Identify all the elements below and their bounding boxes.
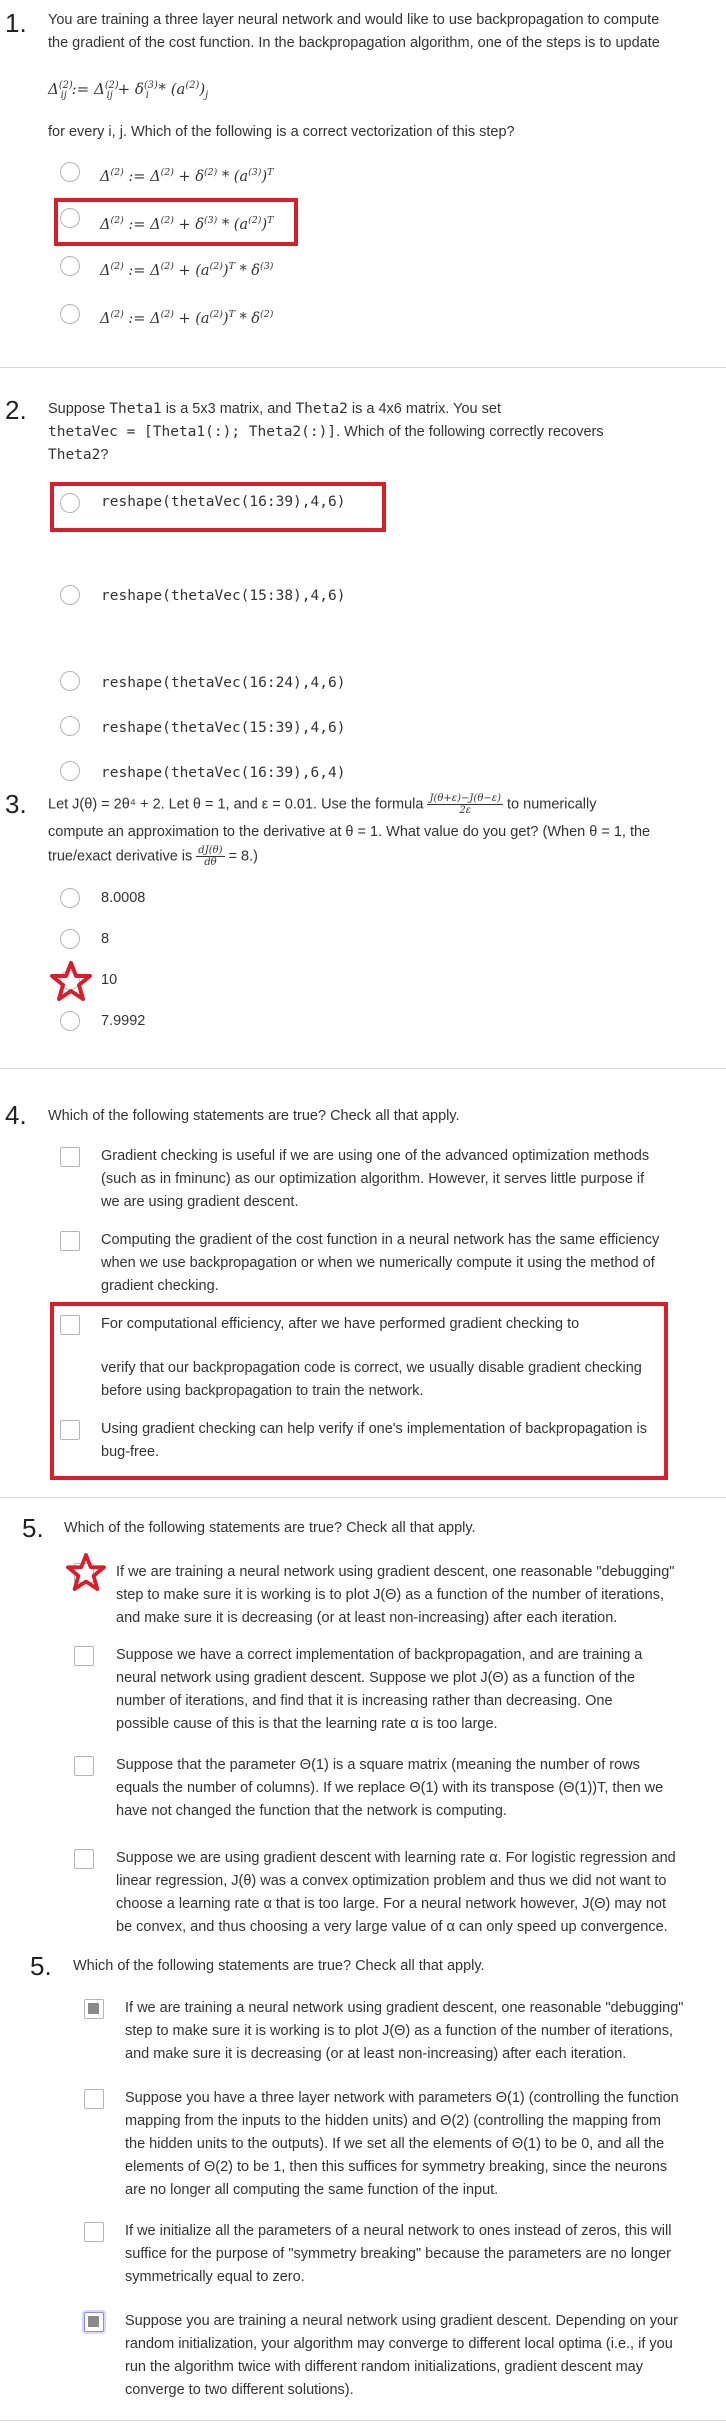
highlight-box: [50, 1302, 668, 1480]
section-divider: [0, 1497, 726, 1498]
question-prompt: for every i, j. Which of the following i…: [48, 124, 515, 140]
answer-radio[interactable]: [60, 256, 80, 276]
answer-option: Computing the gradient of the cost funct…: [101, 1232, 660, 1294]
question-text: Which of the following statements are tr…: [48, 1108, 460, 1124]
answer-option: If we initialize all the parameters of a…: [125, 2223, 672, 2285]
answer-radio[interactable]: [60, 585, 80, 605]
answer-radio[interactable]: [60, 162, 80, 182]
section-divider: [0, 367, 726, 368]
answer-radio[interactable]: [60, 1011, 80, 1031]
answer-radio[interactable]: [60, 304, 80, 324]
answer-option: 10: [101, 972, 118, 988]
question-number: 5.: [30, 1951, 52, 1981]
question-number: 3.: [5, 789, 27, 819]
answer-option: reshape(thetaVec(15:39),4,6): [101, 720, 346, 736]
answer-option: Suppose we have a correct implementation…: [116, 1647, 643, 1732]
answer-checkbox[interactable]: [60, 1147, 80, 1167]
answer-option: Suppose you have a three layer network w…: [125, 2090, 679, 2198]
answer-option: Δ(2) := Δ(2) + (a(2))T * δ(2): [100, 309, 274, 327]
section-divider: [0, 2420, 726, 2421]
highlight-box: [50, 482, 386, 532]
question-text: Which of the following statements are tr…: [64, 1520, 476, 1536]
answer-checkbox[interactable]: [84, 1999, 104, 2019]
question-number: 1.: [5, 8, 27, 38]
answer-option: reshape(thetaVec(15:38),4,6): [101, 588, 346, 604]
highlight-box: [54, 198, 298, 246]
question-number: 4.: [5, 1100, 27, 1130]
answer-checkbox[interactable]: [84, 2312, 104, 2332]
answer-checkbox[interactable]: [74, 1849, 94, 1869]
answer-option: Suppose you are training a neural networ…: [125, 2313, 678, 2398]
answer-radio[interactable]: [60, 716, 80, 736]
answer-option: Suppose that the parameter Θ(1) is a squ…: [116, 1757, 664, 1819]
answer-option: 8: [101, 931, 110, 947]
answer-option: Suppose we are using gradient descent wi…: [116, 1850, 676, 1935]
answer-checkbox[interactable]: [84, 2222, 104, 2242]
answer-option: Δ(2) := Δ(2) + (a(2))T * δ(3): [100, 261, 274, 279]
question-text-line: compute an approximation to the derivati…: [48, 824, 651, 840]
answer-checkbox[interactable]: [74, 1756, 94, 1776]
question-text-line: You are training a three layer neural ne…: [48, 12, 660, 28]
answer-option: If we are training a neural network usin…: [116, 1564, 675, 1626]
answer-option: Δ(2) := Δ(2) + δ(2) * (a(3))T: [100, 167, 274, 185]
question-text-line: Let J(θ) = 2θ⁴ + 2. Let θ = 1, and ε = 0…: [48, 793, 597, 816]
question-text-line: thetaVec = [Theta1(:); Theta2(:)]. Which…: [48, 424, 604, 440]
answer-option: 8.0008: [101, 890, 146, 906]
answer-option: reshape(thetaVec(16:24),4,6): [101, 675, 346, 691]
section-divider: [0, 1068, 726, 1069]
answer-checkbox[interactable]: [84, 2089, 104, 2109]
answer-radio[interactable]: [60, 888, 80, 908]
answer-checkbox[interactable]: [74, 1646, 94, 1666]
question-text-line: Suppose Theta1 is a 5x3 matrix, and Thet…: [48, 401, 501, 417]
answer-radio[interactable]: [60, 671, 80, 691]
question-number: 5.: [22, 1513, 44, 1543]
star-icon: [66, 1553, 106, 1591]
answer-option: reshape(thetaVec(16:39),6,4): [101, 765, 346, 781]
answer-radio[interactable]: [60, 761, 80, 781]
question-formula: Δ(2)ij := Δ(2)ij + δ(3)i * (a(2))j: [48, 80, 209, 101]
derivative-fraction: dJ(θ) dθ: [196, 845, 225, 868]
answer-option: 7.9992: [101, 1013, 146, 1029]
star-icon: [50, 961, 92, 1001]
question-text: Which of the following statements are tr…: [73, 1958, 485, 1974]
question-number: 2.: [5, 395, 27, 425]
answer-radio[interactable]: [60, 929, 80, 949]
answer-option: Gradient checking is useful if we are us…: [101, 1148, 650, 1210]
question-text-line: true/exact derivative is dJ(θ) dθ = 8.): [48, 845, 258, 868]
question-text-line: the gradient of the cost function. In th…: [48, 35, 660, 51]
answer-checkbox[interactable]: [60, 1231, 80, 1251]
answer-option: If we are training a neural network usin…: [125, 2000, 684, 2062]
difference-quotient: J(θ+ε)−J(θ−ε) 2ε: [427, 793, 503, 816]
question-text-line: Theta2?: [48, 447, 109, 463]
